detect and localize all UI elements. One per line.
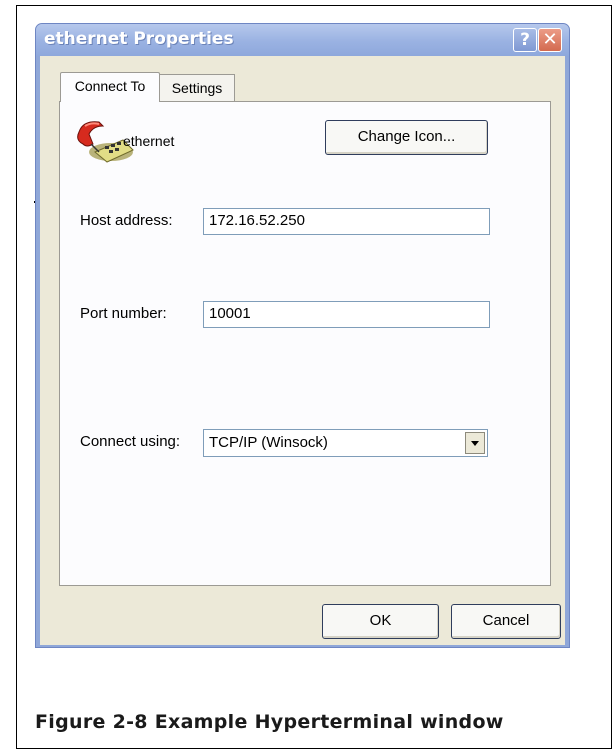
title-bar[interactable]: ethernet Properties ? ✕ (36, 24, 569, 56)
cancel-button[interactable]: Cancel (451, 604, 561, 639)
properties-window: ethernet Properties ? ✕ Connect To Setti… (35, 23, 570, 648)
close-button[interactable]: ✕ (538, 28, 562, 52)
tab-connect-to[interactable]: Connect To (60, 72, 160, 102)
chevron-down-icon[interactable] (465, 432, 485, 454)
connect-using-dropdown[interactable]: TCP/IP (Winsock) (203, 429, 488, 457)
window-title: ethernet Properties (44, 29, 234, 49)
connect-using-value: TCP/IP (Winsock) (209, 434, 328, 451)
figure-caption: Figure 2-8 Example Hyperterminal window (35, 711, 504, 733)
host-address-field[interactable]: 172.16.52.250 (203, 208, 490, 235)
host-address-label: Host address: (80, 212, 173, 229)
change-icon-button[interactable]: Change Icon... (325, 120, 488, 155)
dialog-body: Connect To Settings ethernet Change Icon… (40, 56, 565, 645)
tab-settings[interactable]: Settings (159, 74, 235, 102)
port-number-label: Port number: (80, 305, 167, 322)
connect-using-label: Connect using: (80, 433, 181, 450)
port-number-field[interactable]: 10001 (203, 301, 490, 328)
help-button[interactable]: ? (513, 28, 537, 52)
ok-button[interactable]: OK (322, 604, 439, 639)
connection-name: ethernet (123, 133, 175, 149)
tab-panel: ethernet Change Icon... Host address: 17… (59, 101, 551, 586)
